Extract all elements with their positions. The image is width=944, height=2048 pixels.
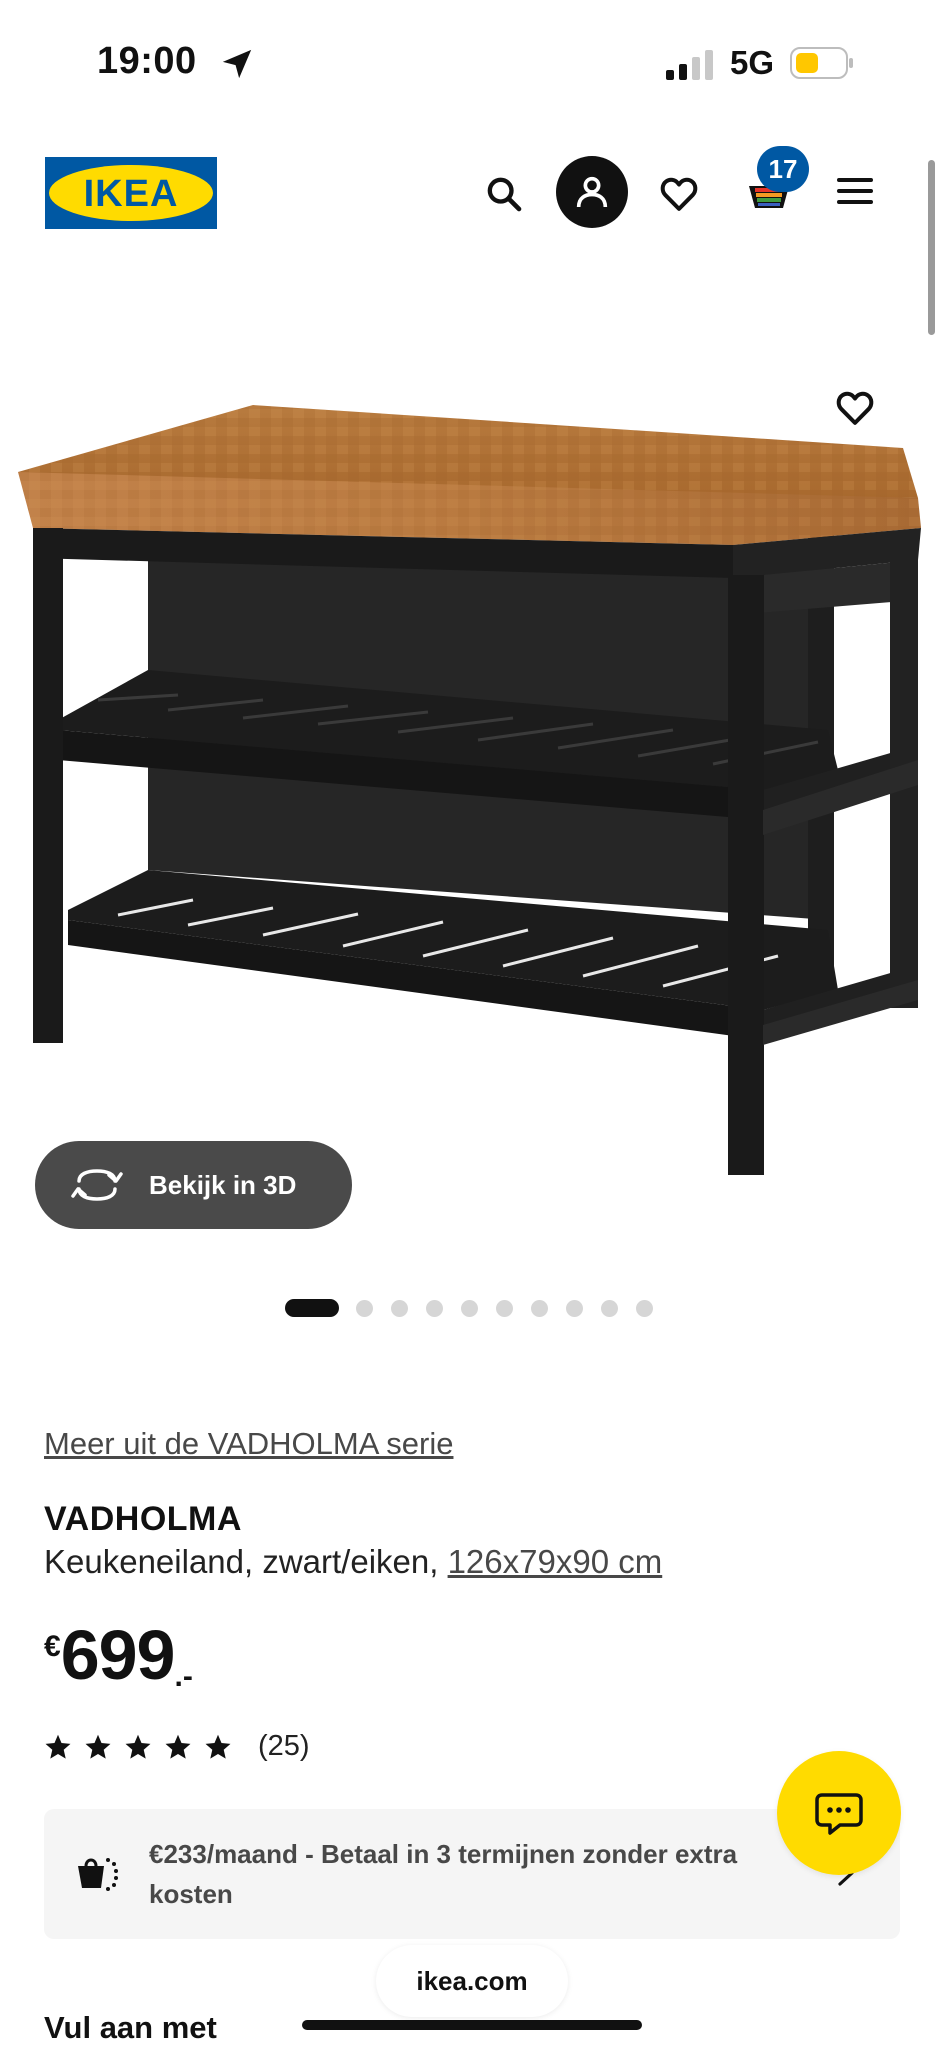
account-button[interactable] xyxy=(556,156,628,228)
carousel-dot[interactable] xyxy=(636,1299,653,1317)
menu-button[interactable] xyxy=(832,168,878,214)
chat-icon xyxy=(815,1793,863,1835)
svg-text:IKEA: IKEA xyxy=(84,173,179,215)
home-indicator[interactable] xyxy=(302,2020,642,2030)
carousel-dot[interactable] xyxy=(531,1299,548,1317)
search-icon xyxy=(487,177,522,212)
product-type: Keukeneiland, zwart/eiken, xyxy=(44,1543,439,1580)
star-icon xyxy=(165,1734,191,1759)
payment-installments-text: €233/maand - Betaal in 3 termijnen zonde… xyxy=(149,1839,738,1909)
product-dimensions-link[interactable]: 126x79x90 cm xyxy=(448,1543,663,1580)
star-icon xyxy=(85,1734,111,1759)
search-button[interactable] xyxy=(478,168,530,220)
heart-icon xyxy=(660,177,698,211)
battery-icon xyxy=(790,47,853,79)
view-in-3d-button[interactable]: Bekijk in 3D xyxy=(35,1141,352,1229)
review-count: (25) xyxy=(258,1730,310,1762)
star-icon xyxy=(205,1734,231,1759)
carousel-dot[interactable] xyxy=(496,1299,513,1317)
carousel-dot[interactable] xyxy=(461,1299,478,1317)
price-value: 699 xyxy=(60,1616,176,1694)
view-in-3d-label: Bekijk in 3D xyxy=(149,1169,297,1200)
page-scrollbar[interactable] xyxy=(928,160,935,335)
save-to-wishlist-button[interactable] xyxy=(830,383,880,433)
star-icon xyxy=(45,1734,71,1759)
carousel-dot[interactable] xyxy=(391,1299,408,1317)
status-time: 19:00 xyxy=(97,40,197,82)
carousel-dot[interactable] xyxy=(566,1299,583,1317)
product-description: Keukeneiland, zwart/eiken, 126x79x90 cm xyxy=(44,1543,662,1581)
carousel-dot-active[interactable] xyxy=(285,1299,339,1317)
complete-the-look-heading: Vul aan met xyxy=(44,2010,217,2045)
rotate-3d-icon xyxy=(71,1169,123,1201)
location-arrow-icon xyxy=(222,49,252,79)
chat-support-button[interactable] xyxy=(777,1751,901,1875)
cart-count-badge: 17 xyxy=(757,146,809,192)
carousel-dot[interactable] xyxy=(601,1299,618,1317)
series-link[interactable]: Meer uit de VADHOLMA serie xyxy=(44,1426,453,1462)
network-type: 5G xyxy=(730,44,775,81)
product-price: € 699 .- xyxy=(44,1618,193,1698)
product-name: VADHOLMA xyxy=(44,1500,242,1538)
ikea-logo[interactable]: IKEA xyxy=(45,157,217,229)
product-rating[interactable]: (25) xyxy=(44,1730,310,1763)
heart-icon xyxy=(836,391,874,425)
account-icon xyxy=(576,176,608,208)
star-icon xyxy=(125,1734,151,1759)
signal-strength-icon xyxy=(666,50,713,80)
wishlist-button[interactable] xyxy=(650,165,708,223)
product-image-kitchen-island[interactable] xyxy=(18,400,928,1185)
price-currency: € xyxy=(44,1630,61,1663)
carousel-dot[interactable] xyxy=(426,1299,443,1317)
payment-bag-icon xyxy=(78,1858,118,1891)
price-suffix: .- xyxy=(174,1660,193,1693)
browser-url-pill[interactable]: ikea.com xyxy=(376,1945,568,2017)
image-carousel-indicator[interactable] xyxy=(285,1298,671,1318)
carousel-dot[interactable] xyxy=(356,1299,373,1317)
hamburger-menu-icon xyxy=(837,178,873,204)
